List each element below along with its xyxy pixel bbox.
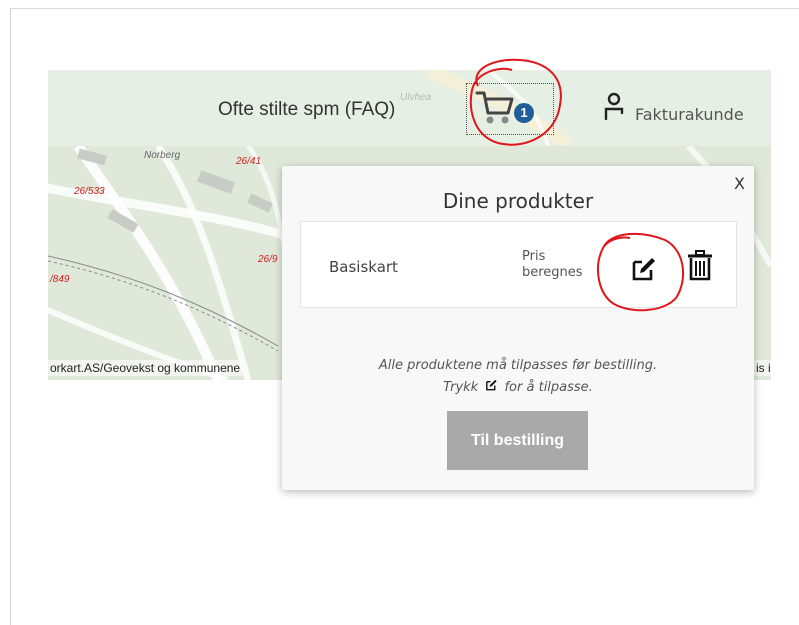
cart-panel: X Dine produkter Basiskart Pris beregnes… [282, 166, 754, 490]
cart-panel-title: Dine produkter [442, 189, 594, 213]
account-button[interactable]: Fakturakunde [603, 92, 763, 132]
map-label-26-41: 26/41 [236, 156, 262, 167]
cart-icon [475, 91, 514, 124]
hint-line2: Trykk for å tilpasse. [282, 377, 754, 399]
product-price: Pris beregnes [522, 249, 592, 281]
map-label-ulvhea: Ulvhea [400, 92, 432, 103]
edit-icon [632, 258, 655, 281]
product-price-line1: Pris [522, 249, 546, 264]
customize-hint: Alle produktene må tilpasses før bestill… [282, 355, 754, 399]
faq-link[interactable]: Ofte stilte spm (FAQ) [218, 99, 395, 121]
product-row: Basiskart Pris beregnes [300, 221, 737, 308]
account-label: Fakturakunde [635, 105, 744, 124]
map-label-26-533: 26/533 [74, 186, 105, 197]
edit-icon [486, 379, 497, 391]
hint-line2-after: for å tilpasse. [504, 380, 593, 395]
order-button[interactable]: Til bestilling [447, 411, 588, 470]
edit-product-button[interactable] [628, 254, 658, 284]
map-label-norberg: Norberg [144, 150, 181, 161]
cart-count-badge: 1 [514, 103, 534, 123]
cart-button[interactable]: 1 [466, 83, 556, 137]
trash-icon [688, 250, 712, 281]
product-name: Basiskart [329, 258, 398, 276]
map-attribution-right: is i [754, 360, 773, 376]
user-icon [604, 92, 624, 120]
hint-line2-before: Trykk [443, 380, 479, 395]
product-price-line2: beregnes [522, 265, 583, 280]
map-label-26-9: 26/9 [258, 254, 278, 265]
map-label-849: /849 [50, 274, 70, 285]
delete-product-button[interactable] [686, 250, 714, 282]
hint-line1: Alle produktene må tilpasses før bestill… [378, 358, 658, 373]
map-attribution: orkart.AS/Geovekst og kommunene [48, 360, 243, 376]
